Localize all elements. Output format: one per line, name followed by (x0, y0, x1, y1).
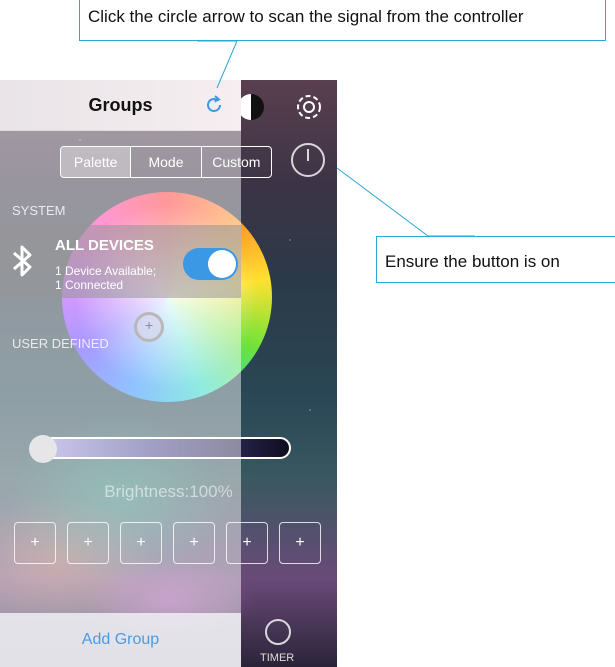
section-label-system: SYSTEM (12, 203, 66, 218)
app-screen: Palette Mode Custom Brightness:100% + + … (0, 80, 337, 667)
groups-panel: Groups SYSTEM ALL DEVICES 1 Device Avail… (0, 80, 241, 667)
device-toggle[interactable] (183, 248, 238, 280)
device-status-connected: 1 Connected (55, 278, 124, 292)
add-group-button[interactable]: Add Group (0, 613, 241, 667)
timer-icon[interactable] (265, 619, 291, 645)
timer-label: TIMER (260, 652, 295, 664)
mode-icon[interactable] (238, 94, 264, 120)
device-row-all[interactable]: ALL DEVICES 1 Device Available; 1 Connec… (0, 225, 241, 298)
section-label-user-defined: USER DEFINED (12, 336, 109, 351)
callout-power-text: Ensure the button is on (385, 252, 560, 271)
device-status-available: 1 Device Available; (55, 264, 157, 278)
callout-scan: Click the circle arrow to scan the signa… (79, 0, 606, 41)
power-icon[interactable] (291, 143, 325, 177)
groups-header: Groups (0, 80, 241, 131)
callout-power: Ensure the button is on (376, 236, 615, 283)
device-name: ALL DEVICES (55, 237, 154, 254)
preset-slot-6[interactable]: + (279, 522, 321, 564)
refresh-icon[interactable] (203, 94, 225, 116)
gear-icon[interactable] (292, 90, 326, 124)
bluetooth-icon (13, 245, 32, 277)
callout-scan-text: Click the circle arrow to scan the signa… (88, 7, 524, 26)
